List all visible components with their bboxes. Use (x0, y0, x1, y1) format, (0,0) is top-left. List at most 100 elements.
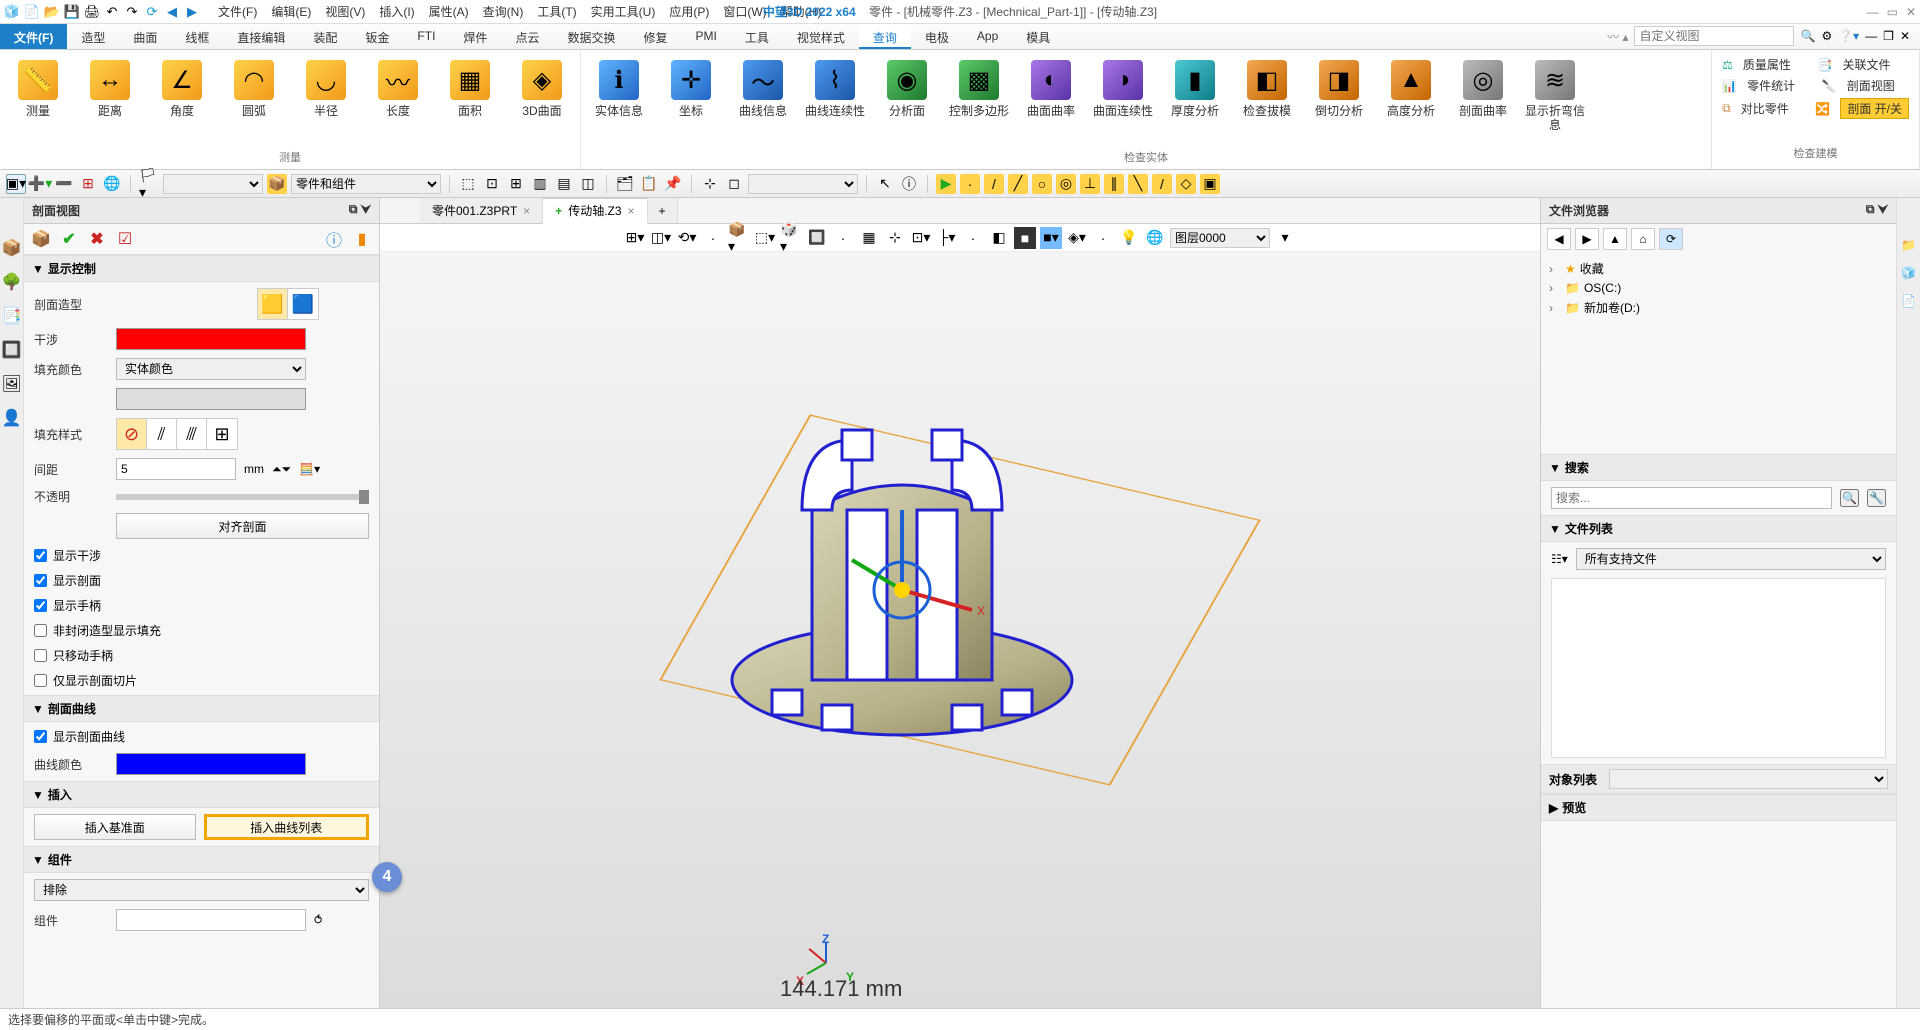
vt-13[interactable]: ■ (1014, 227, 1036, 249)
menu-insert[interactable]: 插入(I) (373, 1, 420, 22)
combo1[interactable] (163, 174, 263, 194)
part-stats-icon[interactable]: 📊 (1722, 79, 1737, 93)
ribbon-tab[interactable]: 点云 (501, 24, 553, 49)
ribbon-tab[interactable]: 焊件 (449, 24, 501, 49)
spacing-stepper[interactable]: ⏶⏷ (272, 462, 291, 477)
fillstyle-grid[interactable]: ⊞ (207, 419, 237, 449)
vt-2[interactable]: ◫▾ (650, 227, 672, 249)
insert-curve-list-button[interactable]: 插入曲线列表 (204, 814, 370, 840)
rb-relfiles[interactable]: 关联文件 (1843, 56, 1891, 73)
open-icon[interactable]: 📂 (44, 4, 60, 20)
lt-view-icon[interactable]: 🔲 (2, 340, 22, 360)
menu-view[interactable]: 视图(V) (319, 1, 371, 22)
vt-3[interactable]: ⟲▾ (676, 227, 698, 249)
fill-color-select[interactable]: 实体颜色 (116, 358, 306, 380)
sk-cube-icon[interactable]: ▣ (1200, 174, 1220, 194)
rb-bendinfo[interactable]: ≋显示折弯信息 (1525, 54, 1585, 133)
search-opt-button[interactable]: 🔧 (1867, 489, 1886, 507)
rb-sectionview[interactable]: 剖面视图 (1847, 77, 1895, 94)
ribbon-tab[interactable]: FTI (403, 24, 449, 49)
rb-distance[interactable]: ↔距离 (80, 54, 140, 118)
grid-icon[interactable]: ⊞ (78, 174, 98, 194)
section-view-icon[interactable]: 🔪 (1822, 79, 1837, 93)
vt-9[interactable]: ⊹ (884, 227, 906, 249)
info-icon[interactable]: ⓘ (899, 174, 919, 194)
vt-12[interactable]: ◧ (988, 227, 1010, 249)
sec-preview-head[interactable]: ▶ 预览 (1541, 794, 1896, 821)
vt-5[interactable]: ⬚▾ (754, 227, 776, 249)
ribbon-tab[interactable]: 造型 (67, 24, 119, 49)
ribbon-tab-file[interactable]: 文件(F) (0, 24, 67, 49)
pa-ok-icon[interactable]: ✔ (58, 228, 80, 250)
tb-9[interactable]: 📌 (663, 174, 683, 194)
new-tab-button[interactable]: + (648, 198, 678, 223)
refresh-icon[interactable]: ⟳ (144, 4, 160, 20)
nav-fwd-button[interactable]: ▶ (1575, 228, 1599, 250)
sec-curves-head[interactable]: ▼ 剖面曲线 (24, 695, 379, 722)
component-pick-icon[interactable]: ⥀ (314, 913, 322, 927)
lt-part-icon[interactable]: 📦 (2, 238, 22, 258)
chk-show-curve[interactable] (34, 730, 47, 743)
rb-analyzesurf[interactable]: ◉分析面 (877, 54, 937, 118)
section-type-1[interactable]: 🟨 (258, 289, 288, 319)
pa-box-icon[interactable]: 📦 (30, 228, 52, 250)
new-icon[interactable]: 📄 (24, 4, 40, 20)
search-go-button[interactable]: 🔍 (1840, 489, 1859, 507)
tree-item[interactable]: ›★收藏 (1549, 258, 1888, 279)
section-type-2[interactable]: 🟦 (288, 289, 318, 319)
object-list-select[interactable] (1609, 769, 1888, 789)
lt-image-icon[interactable]: 🖼 (2, 374, 22, 394)
pa-apply-icon[interactable]: ☑ (114, 228, 136, 250)
close2-icon[interactable]: ✕ (1900, 29, 1910, 43)
chk-move-handle[interactable] (34, 649, 47, 662)
ribbon-tab[interactable]: 视觉样式 (783, 24, 859, 49)
interference-color[interactable] (116, 328, 306, 350)
sk-circle-icon[interactable]: ○ (1032, 174, 1052, 194)
sk-target-icon[interactable]: ◎ (1056, 174, 1076, 194)
ribbon-tab[interactable]: PMI (681, 24, 730, 49)
rb-massprop[interactable]: 质量属性 (1743, 56, 1791, 73)
rb-area[interactable]: ▦面积 (440, 54, 500, 118)
box-icon[interactable]: 📦 (267, 174, 287, 194)
print-icon[interactable]: 🖨 (84, 4, 100, 20)
fillstyle-hatch2[interactable]: ⫻ (177, 419, 207, 449)
vt-15[interactable]: ◈▾ (1066, 227, 1088, 249)
vt-8[interactable]: ▦ (858, 227, 880, 249)
tb-3[interactable]: ⊞ (506, 174, 526, 194)
rb-entityinfo[interactable]: ℹ实体信息 (589, 54, 649, 118)
close-icon[interactable]: ✕ (1906, 5, 1916, 19)
play-icon[interactable]: ▶ (936, 174, 956, 194)
ribbon-tab[interactable]: 工具 (731, 24, 783, 49)
opacity-slider[interactable] (116, 494, 369, 500)
rb-ctrlpoly[interactable]: ▩控制多边形 (949, 54, 1009, 118)
view-search-input[interactable] (1634, 26, 1794, 46)
chk-show-handle[interactable] (34, 599, 47, 612)
vt-14[interactable]: ■▾ (1040, 227, 1062, 249)
mass-prop-icon[interactable]: ⚖ (1722, 58, 1733, 72)
component-mode-select[interactable]: 排除 (34, 879, 369, 901)
vt-6[interactable]: 🎲▾ (780, 227, 802, 249)
file-list[interactable] (1551, 578, 1886, 758)
pa-cancel-icon[interactable]: ✖ (86, 228, 108, 250)
lt-tree-icon[interactable]: 🌳 (2, 272, 22, 292)
ribbon-tab[interactable]: App (963, 24, 1012, 49)
vt-10[interactable]: ⊡▾ (910, 227, 932, 249)
tb-10[interactable]: ⊹ (700, 174, 720, 194)
add-icon[interactable]: ➕▾ (30, 174, 50, 194)
minimize-icon[interactable]: — (1867, 5, 1879, 19)
filter-icon[interactable]: ☷▾ (1551, 552, 1568, 566)
panel-pin-icon[interactable]: ⧉ ⮟ (1866, 202, 1888, 219)
tb-1[interactable]: ⬚ (458, 174, 478, 194)
sec-files-head[interactable]: ▼ 文件列表 (1541, 515, 1896, 542)
tb-11[interactable]: ◻ (724, 174, 744, 194)
sk-slash-icon[interactable]: ╲ (1128, 174, 1148, 194)
tab-close-icon[interactable]: × (523, 204, 530, 218)
restore-icon[interactable]: ❐ (1883, 29, 1894, 43)
tb-4[interactable]: ▥ (530, 174, 550, 194)
sk-point-icon[interactable]: · (960, 174, 980, 194)
doc-tab-active[interactable]: + 传动轴.Z3 × (543, 198, 647, 224)
file-filter-select[interactable]: 所有支持文件 (1576, 548, 1886, 570)
combo3[interactable] (748, 174, 858, 194)
rb-3dsurface[interactable]: ◈3D曲面 (512, 54, 572, 118)
combo2[interactable]: 零件和组件 (291, 174, 441, 194)
